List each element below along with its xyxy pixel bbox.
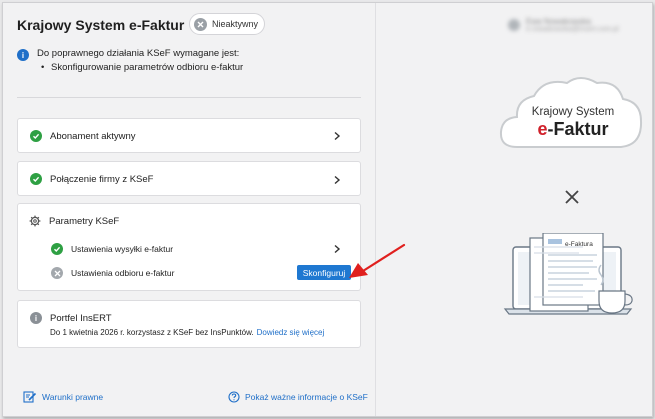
user-name: Ewa Nowakowska [526, 17, 591, 26]
portfel-title: Portfel InsERT [50, 312, 112, 324]
info-icon: i [30, 312, 42, 324]
help-icon [228, 391, 240, 403]
status-badge-label: Nieaktywny [212, 19, 259, 29]
legal-link-label: Warunki prawne [42, 392, 104, 402]
document-pen-icon [23, 391, 37, 403]
ksef-cloud-logo: Krajowy System e-Faktur [499, 77, 643, 148]
chevron-right-icon [334, 175, 341, 185]
send-settings-row[interactable]: Ustawienia wysyłki e-faktur [18, 243, 360, 255]
logo-line1: Krajowy System [532, 106, 614, 118]
receive-settings-label: Ustawienia odbioru e-faktur [71, 268, 175, 278]
send-settings-label: Ustawienia wysyłki e-faktur [71, 244, 174, 254]
important-info-label: Pokaż ważne informacje o KSeF [245, 392, 368, 402]
inactive-x-icon [51, 267, 63, 279]
chevron-right-icon[interactable] [332, 244, 342, 254]
portfel-card: i Portfel InsERT Do 1 kwietnia 2026 r. k… [17, 300, 361, 348]
portfel-text: Do 1 kwietnia 2026 r. korzystasz z KSeF … [50, 328, 254, 337]
legal-link[interactable]: Warunki prawne [23, 391, 103, 403]
check-icon [30, 173, 42, 185]
logo-line2: e-Faktur [537, 119, 608, 139]
laptop-efaktura-illustration: e-Faktura [503, 233, 633, 315]
chevron-right-icon [334, 131, 341, 141]
gear-icon [29, 215, 41, 227]
connection-label: Połączenie firmy z KSeF [50, 173, 154, 185]
ksef-window: Krajowy System e-Faktur Nieaktywny i Do … [2, 2, 653, 417]
red-arrow-annotation [349, 243, 406, 278]
inactive-x-icon [194, 17, 207, 31]
info-icon: i [17, 49, 29, 61]
important-info-link[interactable]: Pokaż ważne informacje o KSeF [228, 391, 368, 403]
panel-separator [375, 3, 376, 416]
user-info[interactable]: Ewa Nowakowska e.nowakowska@insert.com.p… [508, 17, 619, 33]
check-icon [51, 243, 63, 255]
subscription-card[interactable]: Abonament aktywny [17, 118, 361, 153]
connection-card[interactable]: Połączenie firmy z KSeF [17, 161, 361, 196]
notice-text: Do poprawnego działania KSeF wymagane je… [37, 48, 240, 59]
params-card: Parametry KSeF Ustawienia wysyłki e-fakt… [17, 203, 361, 291]
status-badge: Nieaktywny [189, 13, 265, 35]
user-email: e.nowakowska@insert.com.pl [526, 26, 619, 33]
check-icon [30, 130, 42, 142]
notice-bullet: • Skonfigurowanie parametrów odbioru e-fa… [41, 62, 244, 73]
page-title: Krajowy System e-Faktur [17, 17, 185, 33]
avatar [508, 19, 520, 31]
notice-bullet-text: Skonfigurowanie parametrów odbioru e-fak… [51, 62, 244, 73]
divider [17, 97, 361, 98]
learn-more-link[interactable]: Dowiedz się więcej [257, 328, 325, 337]
params-title: Parametry KSeF [49, 215, 120, 227]
subscription-label: Abonament aktywny [50, 130, 136, 142]
left-panel: Krajowy System e-Faktur Nieaktywny i Do … [3, 3, 375, 416]
x-mark-icon [565, 190, 579, 204]
